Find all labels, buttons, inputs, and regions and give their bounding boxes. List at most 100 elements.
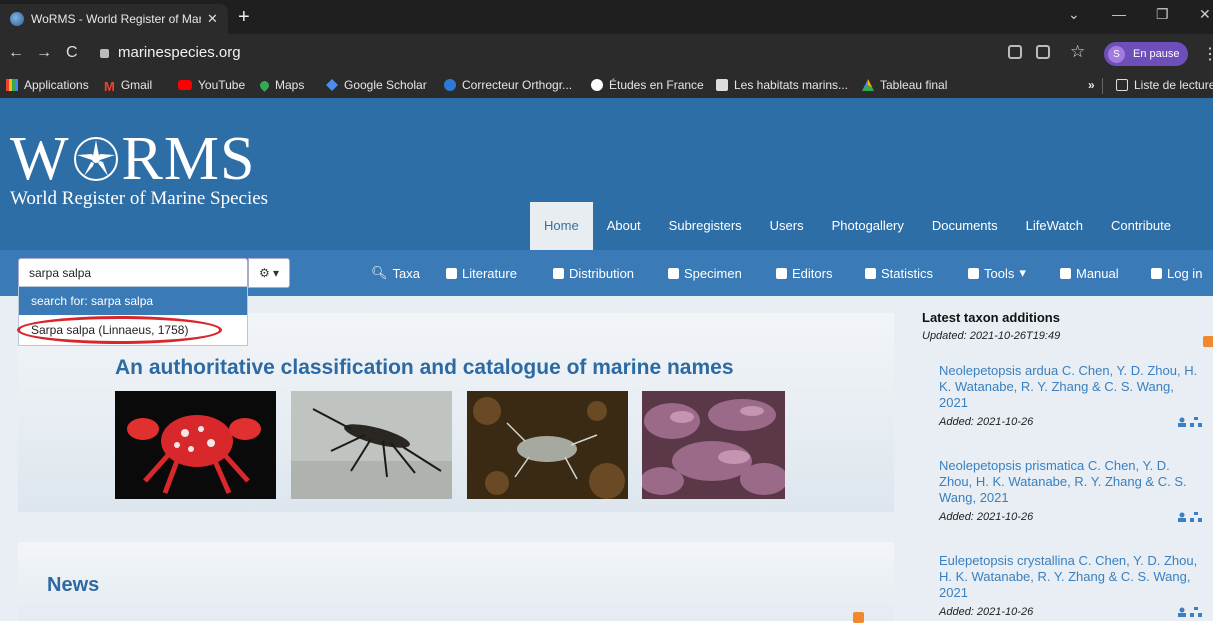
- youtube-icon: [178, 80, 192, 90]
- coral-algae-photo[interactable]: [642, 391, 785, 499]
- taxon-added-date: Added: 2021-10-26: [939, 606, 1034, 618]
- latest-updated: Updated: 2021-10-26T19:49: [922, 330, 1061, 342]
- maps-pin-icon: [258, 78, 271, 92]
- news-heading: News: [47, 574, 100, 596]
- latest-taxon-item: Neolepetopsis prismatica C. Chen, Y. D. …: [939, 458, 1204, 523]
- subnav-tools[interactable]: Tools ▾: [968, 250, 1026, 296]
- search-options-button[interactable]: ⚙ ▾: [248, 258, 290, 288]
- bookmark-star-icon[interactable]: ☆: [1070, 42, 1085, 62]
- bookmark-habitats-marins[interactable]: Les habitats marins...: [716, 78, 848, 92]
- drive-icon: [862, 79, 874, 91]
- reading-list-button[interactable]: Liste de lecture: [1116, 78, 1213, 92]
- subnav-taxa[interactable]: 🔍︎ Taxa: [371, 250, 420, 296]
- browser-tab-strip: WoRMS - World Register of Mari ✕ + ⌄ — ❐…: [0, 0, 1213, 34]
- users-icon: [776, 267, 787, 279]
- tab-search-icon[interactable]: ⌄: [1068, 6, 1080, 23]
- gmail-icon: M: [104, 79, 115, 94]
- bookmark-google-scholar[interactable]: Google Scholar: [326, 78, 427, 92]
- subnav-distribution[interactable]: Distribution: [553, 250, 634, 296]
- bookmarks-divider: [1102, 78, 1103, 94]
- latest-heading: Latest taxon additions: [922, 310, 1060, 325]
- apps-grid-icon: [6, 79, 18, 91]
- page-tagline: An authoritative classification and cata…: [115, 356, 734, 379]
- worms-favicon-icon: [10, 12, 24, 26]
- profile-button[interactable]: S En pause: [1104, 42, 1188, 66]
- subnav-specimen[interactable]: Specimen: [668, 250, 742, 296]
- taxon-actions-icons[interactable]: [1178, 607, 1204, 617]
- chevron-down-icon: ▾: [1019, 265, 1026, 280]
- tag-icon: [668, 267, 679, 279]
- nav-contribute[interactable]: Contribute: [1097, 202, 1185, 250]
- logo-letters-right: RMS: [121, 125, 256, 193]
- address-bar[interactable]: marinespecies.org: [100, 44, 241, 61]
- back-icon[interactable]: ←: [8, 44, 24, 62]
- cogs-icon: [968, 267, 979, 279]
- logo-letters-left: W: [10, 125, 70, 193]
- taxon-actions-icons[interactable]: [1178, 417, 1204, 427]
- insect-photo[interactable]: [291, 391, 452, 499]
- url-text: marinespecies.org: [118, 44, 241, 61]
- nav-subregisters[interactable]: Subregisters: [655, 202, 756, 250]
- bookmark-youtube[interactable]: YouTube: [178, 78, 245, 92]
- logo-subtitle: World Register of Marine Species: [10, 188, 269, 209]
- amphipod-photo[interactable]: [467, 391, 628, 499]
- scholar-cap-icon: [326, 79, 338, 91]
- more-bookmarks-chevron-icon[interactable]: »: [1088, 78, 1095, 92]
- tab-title: WoRMS - World Register of Mari: [31, 12, 201, 26]
- nav-lifewatch[interactable]: LifeWatch: [1012, 202, 1097, 250]
- etudes-icon: [591, 79, 603, 91]
- bookmark-etudes-en-france[interactable]: Études en France: [591, 78, 704, 92]
- menu-kebab-icon[interactable]: ⋮: [1202, 44, 1213, 64]
- habitats-icon: [716, 79, 728, 91]
- search-for-option[interactable]: search for: sarpa salpa: [19, 287, 247, 315]
- taxon-added-date: Added: 2021-10-26: [939, 416, 1034, 428]
- taxon-search-input[interactable]: sarpa salpa: [18, 258, 248, 288]
- nav-documents[interactable]: Documents: [918, 202, 1012, 250]
- bookmark-maps[interactable]: Maps: [258, 78, 304, 92]
- subnav-statistics[interactable]: Statistics: [865, 250, 933, 296]
- nav-about[interactable]: About: [593, 202, 655, 250]
- bookmarks-bar: Applications M Gmail YouTube Maps Google …: [0, 74, 1213, 98]
- taxon-link[interactable]: Neolepetopsis ardua C. Chen, Y. D. Zhou,…: [939, 363, 1204, 411]
- globe-icon: [444, 79, 456, 91]
- latest-taxon-item: Neolepetopsis ardua C. Chen, Y. D. Zhou,…: [939, 363, 1204, 428]
- map-icon: [553, 267, 564, 279]
- bookmark-correcteur[interactable]: Correcteur Orthogr...: [444, 78, 572, 92]
- subnav-literature[interactable]: Literature: [446, 250, 517, 296]
- taxon-actions-icons[interactable]: [1178, 512, 1204, 522]
- search-icon: 🔍︎: [371, 265, 388, 280]
- latest-rss-icon[interactable]: [1203, 336, 1213, 347]
- address-bar-row: ← → C marinespecies.org ☆ S En pause ⋮: [0, 34, 1213, 74]
- bookmark-tableau-final[interactable]: Tableau final: [862, 78, 947, 92]
- worms-logo[interactable]: W RMS World Register of Marine Species: [10, 128, 268, 210]
- qr-code-icon[interactable]: [1008, 45, 1022, 59]
- reading-list-icon: [1116, 79, 1128, 91]
- taxon-link[interactable]: Neolepetopsis prismatica C. Chen, Y. D. …: [939, 458, 1204, 506]
- bookmark-applications[interactable]: Applications: [6, 78, 89, 92]
- line-chart-icon: [865, 267, 876, 279]
- nav-users[interactable]: Users: [756, 202, 818, 250]
- maximize-icon[interactable]: ❐: [1156, 6, 1169, 23]
- crab-photo[interactable]: [115, 391, 276, 499]
- reload-icon[interactable]: C: [66, 44, 78, 62]
- search-result-sarpa-salpa[interactable]: Sarpa salpa (Linnaeus, 1758): [17, 315, 247, 345]
- close-tab-icon[interactable]: ✕: [207, 11, 218, 27]
- forward-icon[interactable]: →: [36, 44, 52, 62]
- news-rss-icon[interactable]: [853, 612, 864, 623]
- minimize-icon[interactable]: —: [1112, 6, 1126, 22]
- subnav-log-in[interactable]: Log in: [1151, 250, 1202, 296]
- subnav-manual[interactable]: Manual: [1060, 250, 1119, 296]
- nav-home[interactable]: Home: [530, 202, 593, 250]
- taxon-added-date: Added: 2021-10-26: [939, 511, 1034, 523]
- subnav-editors[interactable]: Editors: [776, 250, 832, 296]
- nav-photogallery[interactable]: Photogallery: [818, 202, 918, 250]
- latest-taxon-item: Eulepetopsis crystallina C. Chen, Y. D. …: [939, 553, 1204, 618]
- taxon-link[interactable]: Eulepetopsis crystallina C. Chen, Y. D. …: [939, 553, 1204, 601]
- translate-icon[interactable]: [1036, 45, 1050, 59]
- book-icon: [1060, 267, 1071, 279]
- new-tab-icon[interactable]: +: [238, 7, 250, 27]
- avatar: S: [1108, 45, 1125, 63]
- browser-tab[interactable]: WoRMS - World Register of Mari ✕: [0, 4, 228, 34]
- bookmark-gmail[interactable]: M Gmail: [104, 78, 152, 94]
- close-window-icon[interactable]: ✕: [1199, 6, 1211, 23]
